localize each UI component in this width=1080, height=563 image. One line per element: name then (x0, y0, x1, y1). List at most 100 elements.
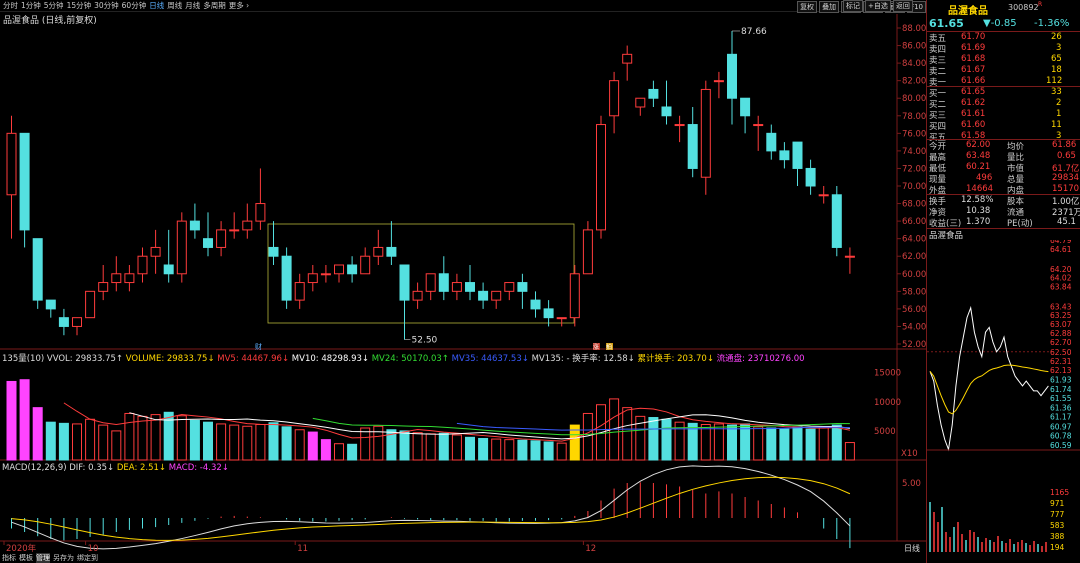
candle-body (805, 167, 816, 187)
price-axis-label: 64.00 (902, 235, 926, 245)
macd-dif-line (11, 465, 851, 550)
mini-price-label: 64.61 (1050, 245, 1072, 254)
add-watchlist-button[interactable]: +自选 (865, 0, 891, 12)
candle-body (740, 97, 751, 117)
candle-body (124, 273, 135, 284)
tab-template[interactable]: 模板 (19, 553, 33, 563)
volume-bar (779, 428, 790, 461)
candle-body (216, 229, 227, 248)
mini-price-label: 63.25 (1050, 311, 1072, 320)
candle-body (320, 273, 331, 276)
mini-price-label: 63.84 (1050, 282, 1072, 291)
volume-bar (45, 421, 56, 461)
mini-price-label: 62.88 (1050, 329, 1072, 338)
volume-axis-label: 5000 (874, 427, 896, 437)
volume-bar (347, 443, 358, 461)
bid-price: 61.60 (961, 120, 986, 130)
mini-avg-line (929, 364, 1049, 415)
mini-price-label: 63.07 (1050, 320, 1072, 329)
mini-price-label: 61.74 (1050, 385, 1072, 394)
volume-bar (438, 432, 449, 461)
mini-price-label: 62.13 (1050, 366, 1072, 375)
ask-price: 61.69 (961, 43, 986, 53)
volume-bar (189, 419, 200, 461)
cum-turnover-value: 累计换手: 203.70↓ (637, 354, 714, 364)
mini-price-label: 60.78 (1050, 432, 1072, 441)
ask-row: 卖三 61.68 65 (929, 54, 1079, 66)
mini-volume-label: 583 (1050, 521, 1065, 530)
candle-body (373, 246, 384, 257)
volume-bar (150, 414, 161, 461)
volume-bar (753, 426, 764, 461)
mv35-value: MV35: 44637.53↓ (451, 354, 529, 364)
volume-bar (281, 426, 292, 461)
mini-price-label: 62.31 (1050, 357, 1072, 366)
price-axis-label: 60.00 (902, 270, 926, 280)
candle-body (517, 282, 528, 292)
tab-indicator[interactable]: 指标 (2, 553, 16, 563)
sep-header (927, 31, 1080, 32)
volume-axis-label: 15000 (874, 369, 901, 379)
stat-row: 现量 496 总量 29834 (929, 173, 1079, 185)
candle-body (465, 282, 475, 292)
finance-marker: 财 (255, 342, 262, 351)
mini-price-label: 61.17 (1050, 413, 1072, 422)
candle-body (58, 317, 69, 327)
volume-bar (124, 412, 135, 461)
bid-row: 买四 61.60 11 (929, 120, 1079, 132)
stat-value: 62.00 (966, 140, 991, 150)
bid-volume: 1 (1056, 109, 1062, 119)
candle-body (294, 282, 305, 301)
volume-bar (556, 442, 567, 461)
intraday-mini-chart[interactable]: 64.7964.6164.2064.0263.8463.4363.2563.07… (927, 240, 1080, 560)
last-price: 61.65 (929, 17, 964, 30)
candle-body (242, 220, 253, 231)
tab-save-as[interactable]: 另存为 (53, 553, 74, 563)
date-axis-label: 10 (88, 544, 99, 553)
volume-bar (255, 424, 266, 461)
candle-body (399, 264, 410, 301)
candle-body (661, 106, 672, 117)
stat-value: 45.1 (1057, 217, 1076, 227)
bid-volume: 33 (1051, 87, 1062, 97)
price-axis-label: 68.00 (902, 200, 926, 210)
volume-bar (713, 423, 724, 461)
stat-value: 10.38 (966, 206, 991, 216)
price-axis-label: 82.00 (902, 77, 926, 87)
price-axis-label: 70.00 (902, 182, 926, 192)
candle-body (543, 308, 554, 319)
volume-bar (307, 431, 318, 461)
tab-manage[interactable]: 管理 (36, 553, 50, 563)
volume-bar (334, 443, 344, 461)
bid-row: 买三 61.61 1 (929, 109, 1079, 121)
ask-volume: 65 (1051, 54, 1062, 64)
mark-button[interactable]: 标记 (843, 0, 863, 12)
float-shares-value: 流通盘: 23710276.00 (716, 354, 805, 364)
bid-price: 61.61 (961, 109, 986, 119)
volume-bar (530, 440, 541, 461)
volume-bar (792, 426, 803, 461)
volume-bar (268, 422, 279, 461)
stock-code: 300892 (1008, 3, 1039, 12)
mini-price-label: 62.50 (1050, 348, 1072, 357)
sep-mini (927, 228, 1080, 229)
volume-bar (543, 441, 554, 461)
candle-body (19, 132, 30, 231)
mini-price-label: 64.02 (1050, 274, 1072, 283)
bid-price: 61.65 (961, 87, 986, 97)
volume-bar (622, 407, 633, 461)
volume-bar (831, 424, 842, 461)
volume-bar (661, 418, 672, 461)
price-axis-label: 80.00 (902, 94, 926, 104)
back-button[interactable]: 返回 (892, 0, 913, 12)
price-axis-label: 84.00 (902, 59, 926, 69)
candle-body (831, 194, 842, 248)
mv24-value: MV24: 50170.03↑ (371, 354, 449, 364)
candle-body (635, 97, 646, 108)
bid-row: 买二 61.62 2 (929, 98, 1079, 110)
mini-price-line (929, 305, 1049, 452)
candle-body (648, 88, 659, 99)
stat-row: 今开 62.00 均价 61.86 (929, 140, 1079, 152)
tab-bind-to[interactable]: 绑定到 (77, 553, 98, 563)
volume-bar (6, 380, 17, 461)
